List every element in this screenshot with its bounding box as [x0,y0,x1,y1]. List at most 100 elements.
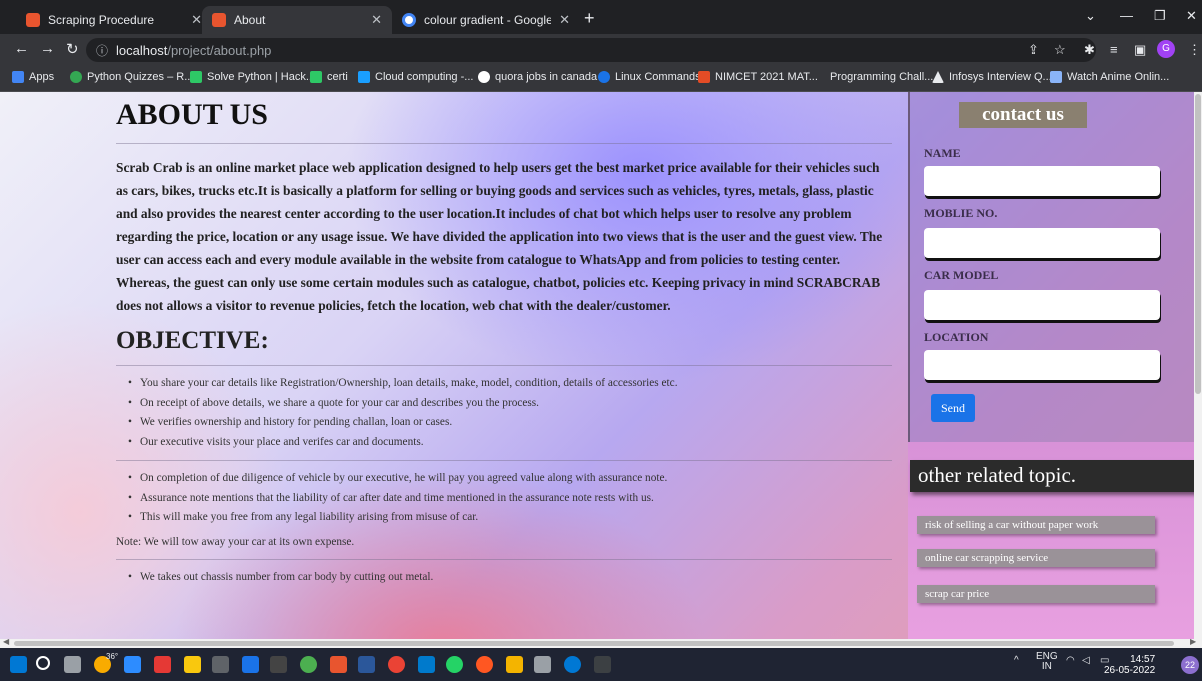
windows-taskbar: 36° ^ ENG IN ◠ ◁ ▭ 14:57 26-05-2022 22 [0,648,1202,681]
app-icon[interactable] [330,656,347,673]
tab-scraping-procedure[interactable]: Scraping Procedure ✕ [16,6,212,34]
info-icon[interactable]: ⓘ [96,42,108,59]
mobile-field[interactable] [924,228,1160,258]
location-label: LOCATION [924,330,989,344]
profile-avatar[interactable]: G [1157,40,1175,58]
close-icon[interactable]: ✕ [371,12,382,28]
reading-list-icon[interactable]: ≡ [1110,42,1118,57]
bookmark-label: Cloud computing -... [375,71,474,83]
divider [116,460,892,461]
maximize-button[interactable]: ❐ [1154,8,1166,24]
tab-colour-gradient[interactable]: colour gradient - Google Search ✕ [392,6,580,34]
related-link-online-scrapping[interactable]: online car scrapping service [917,549,1155,567]
calculator-icon[interactable] [270,656,287,673]
bookmark-programming-challenges[interactable]: Programming Chall... [830,71,933,83]
tray-chevron-up-icon[interactable]: ^ [1014,655,1019,666]
triangle-icon [932,71,944,83]
divider [116,143,892,144]
forward-arrow-icon[interactable]: → [40,40,55,57]
bookmark-quora-jobs[interactable]: quora jobs in canada [478,71,597,83]
close-window-button[interactable]: ✕ [1186,8,1197,24]
linux-icon [598,71,610,83]
new-tab-button[interactable]: + [584,8,595,29]
scroll-right-arrow-icon[interactable]: ▶ [1190,637,1196,646]
bookmark-cloud-computing[interactable]: Cloud computing -... [358,71,473,83]
contact-title: contact us [959,102,1087,128]
notification-badge[interactable]: 22 [1181,656,1199,674]
whatsapp-icon[interactable] [446,656,463,673]
close-icon[interactable]: ✕ [559,12,570,28]
bookmark-label: Python Quizzes – R... [87,71,194,83]
related-link-risk-selling[interactable]: risk of selling a car without paper work [917,516,1155,534]
edge-icon[interactable] [564,656,581,673]
app-icon[interactable] [476,656,493,673]
weather-temp: 36° [106,652,119,661]
bookmarks-bar: Apps Python Quizzes – R... Solve Python … [0,66,1202,92]
related-link-scrap-price[interactable]: scrap car price [917,585,1155,603]
divider [116,365,892,366]
menu-kebab-icon[interactable]: ⋮ [1188,42,1201,58]
address-bar[interactable]: ⓘ localhost /project/about.php [86,38,1096,62]
notepad-icon[interactable] [242,656,259,673]
bookmark-label: quora jobs in canada [495,71,598,83]
chrome-icon[interactable] [388,656,405,673]
url-host: localhost [116,42,168,58]
search-icon[interactable] [36,656,50,670]
list-item: Our executive visits your place and veri… [128,433,892,453]
bookmark-solve-python[interactable]: Solve Python | Hack... [190,71,315,83]
vscode-icon[interactable] [418,656,435,673]
location-field[interactable] [924,350,1160,380]
bookmark-apps[interactable]: Apps [12,71,54,83]
extensions-icon[interactable]: ✱ [1084,42,1095,58]
bookmark-infosys-interview[interactable]: Infosys Interview Q... [932,71,1052,83]
back-arrow-icon[interactable]: ← [14,40,29,57]
scrollbar-thumb[interactable] [1195,94,1201,394]
task-view-icon[interactable] [64,656,81,673]
xampp-icon[interactable] [300,656,317,673]
tow-note: Note: We will tow away your car at its o… [116,535,355,548]
car-model-field[interactable] [924,290,1160,320]
minimize-button[interactable]: — [1120,8,1133,23]
clock[interactable]: 14:57 26-05-2022 [1104,654,1156,676]
file-explorer-icon[interactable] [184,656,201,673]
bookmark-star-icon[interactable]: ☆ [1054,42,1066,58]
package-icon[interactable] [534,656,551,673]
name-field[interactable] [924,166,1160,196]
scrollbar-thumb[interactable] [14,641,1174,646]
volume-icon[interactable]: ◁ [1082,655,1090,666]
list-item: You share your car details like Registra… [128,374,892,394]
vertical-scrollbar[interactable] [1194,92,1202,639]
mcafee-icon[interactable] [154,656,171,673]
bookmark-linux-commands[interactable]: Linux Commands [598,71,701,83]
scroll-left-arrow-icon[interactable]: ◀ [3,637,9,646]
terminal-icon[interactable] [212,656,229,673]
tab-label: colour gradient - Google Search [424,13,552,27]
command-prompt-icon[interactable] [594,656,611,673]
divider [116,558,892,560]
bookmark-python-quizzes[interactable]: Python Quizzes – R... [70,71,193,83]
side-panel-icon[interactable]: ▣ [1134,42,1146,58]
windows-start-icon[interactable] [10,656,27,673]
tab-about[interactable]: About ✕ [202,6,392,34]
tab-label: Scraping Procedure [48,13,155,27]
reload-icon[interactable]: ↻ [66,40,79,58]
related-topics-panel: other related topic. risk of selling a c… [908,442,1202,639]
send-button[interactable]: Send [931,394,975,422]
close-icon[interactable]: ✕ [191,12,202,28]
bookmark-nimcet[interactable]: NIMCET 2021 MAT... [698,71,818,83]
clock-time: 14:57 [1130,654,1156,665]
wifi-icon[interactable]: ◠ [1066,655,1075,666]
about-paragraph: Scrab Crab is an online market place web… [116,160,883,313]
list-item: This will make you free from any legal l… [128,508,892,528]
horizontal-scrollbar[interactable]: ◀ ▶ [0,637,1202,648]
app-l-icon[interactable] [124,656,141,673]
sublime-icon[interactable] [506,656,523,673]
language-indicator[interactable]: ENG IN [1036,652,1058,672]
bookmark-watch-anime[interactable]: Watch Anime Onlin... [1050,71,1169,83]
tab-search-chevron-icon[interactable]: ⌄ [1085,8,1096,24]
tab-strip: Scraping Procedure ✕ About ✕ colour grad… [0,0,1202,34]
bookmark-label: certi [327,71,348,83]
bookmark-certi[interactable]: certi [310,71,348,83]
word-icon[interactable] [358,656,375,673]
share-icon[interactable]: ⇪ [1028,42,1039,58]
